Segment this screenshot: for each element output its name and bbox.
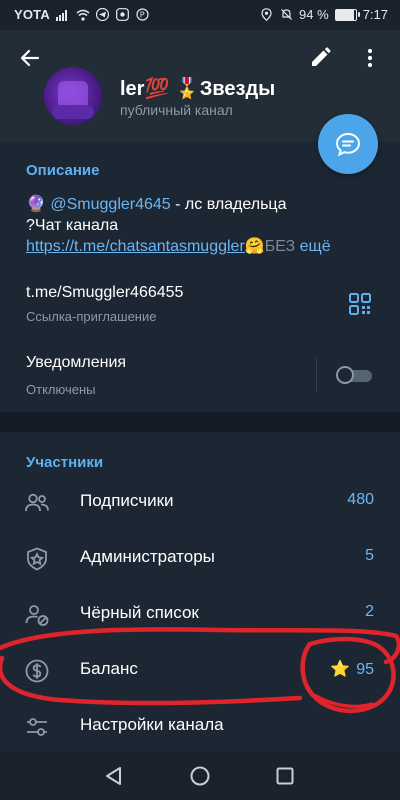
discussion-fab[interactable]: [318, 114, 378, 174]
edit-button[interactable]: [308, 46, 332, 70]
notifications-divider: [316, 358, 317, 392]
sync-icon: P: [136, 8, 150, 22]
triangle-back-icon: [106, 767, 121, 785]
invite-link[interactable]: t.me/Smuggler466455: [26, 284, 183, 302]
hug-emoji: 🤗: [244, 238, 265, 255]
square-recents-icon: [276, 767, 294, 785]
members-row-subscribers[interactable]: Подписчики 480: [0, 474, 400, 530]
notifications-status: Отключены: [26, 382, 96, 397]
channel-title: ler💯 🎖️Звезды: [120, 78, 276, 100]
invite-link-label: Ссылка-приглашение: [26, 309, 157, 324]
telegram-notification-icon: [96, 8, 110, 22]
circle-home-icon: [190, 766, 210, 786]
owner-mention-link[interactable]: @Smuggler4645: [50, 196, 170, 213]
description-line-2: ?Чат канала: [26, 217, 119, 234]
clock-time: 7:17: [362, 7, 388, 22]
channel-avatar[interactable]: [44, 67, 102, 125]
chat-link[interactable]: https://t.me/chatsantasmuggler: [26, 238, 245, 255]
blacklist-label: Чёрный список: [80, 603, 199, 622]
description-line-3: https://t.me/chatsantasmuggler🤗БЕЗ ещё: [26, 236, 381, 257]
more-vertical-icon: [367, 48, 373, 68]
wifi-icon: [76, 8, 90, 22]
nav-recents-button[interactable]: [273, 764, 297, 788]
notifications-toggle[interactable]: [336, 366, 372, 384]
channel-subtitle: публичный канал: [120, 102, 233, 118]
app-notification-icon: [116, 8, 130, 22]
description-truncated-text: БЕЗ: [264, 238, 296, 255]
nav-home-button[interactable]: [188, 764, 212, 788]
blocked-user-icon: [25, 605, 49, 626]
dollar-coin-icon: [25, 659, 49, 683]
balance-value-wrap: ⭐ 95: [330, 659, 374, 679]
people-icon: [25, 493, 49, 512]
status-left: YOTA P: [14, 7, 150, 22]
members-row-blacklist[interactable]: Чёрный список 2: [0, 586, 400, 642]
description-heading: Описание: [26, 162, 100, 179]
admins-label: Администраторы: [80, 547, 215, 566]
channel-description: 🔮 @Smuggler4645 - лс владельца ?Чат кана…: [26, 194, 381, 257]
info-section: Описание 🔮 @Smuggler4645 - лс владельца …: [0, 142, 400, 412]
signal-icon: [55, 8, 70, 22]
status-bar: YOTA P 94 % 7:17: [0, 0, 400, 30]
carrier-name: YOTA: [14, 7, 50, 22]
avatar-base: [52, 105, 94, 119]
members-heading: Участники: [26, 454, 104, 471]
nav-back-button[interactable]: [102, 764, 126, 788]
balance-value: 95: [356, 661, 374, 678]
notifications-title: Уведомления: [26, 354, 127, 371]
crystal-ball-emoji: 🔮: [26, 196, 46, 213]
system-nav-bar: [0, 752, 400, 800]
blacklist-count: 2: [365, 603, 374, 620]
balance-label: Баланс: [80, 659, 138, 678]
members-row-channel-settings[interactable]: Настройки канала: [0, 698, 400, 754]
channel-settings-label: Настройки канала: [80, 715, 224, 734]
battery-percent: 94 %: [299, 7, 329, 22]
chat-bubble-icon: [335, 132, 361, 157]
settings-sliders-icon: [27, 718, 47, 736]
subscribers-count: 480: [347, 491, 374, 508]
star-icon: ⭐: [330, 661, 351, 678]
members-row-balance[interactable]: Баланс ⭐ 95: [0, 642, 400, 698]
subscribers-label: Подписчики: [80, 491, 174, 510]
members-section: Участники Подписчики 480 Администраторы …: [0, 432, 400, 752]
members-row-admins[interactable]: Администраторы 5: [0, 530, 400, 586]
section-divider: [0, 412, 400, 432]
admin-shield-icon: [27, 547, 47, 571]
arrow-left-icon: [20, 49, 40, 67]
qr-code-icon: [349, 293, 371, 315]
toggle-knob: [336, 366, 354, 384]
battery-icon: [334, 8, 360, 21]
admins-count: 5: [365, 547, 374, 564]
back-button[interactable]: [18, 46, 42, 70]
mute-bell-icon: [279, 8, 293, 22]
pencil-icon: [312, 47, 331, 66]
owner-mention-text: - лс владельца: [170, 196, 287, 213]
location-icon: [259, 8, 273, 22]
description-line-1: 🔮 @Smuggler4645 - лс владельца: [26, 194, 381, 215]
qr-code-button[interactable]: [348, 292, 372, 316]
more-options-button[interactable]: [358, 46, 382, 70]
svg-text:P: P: [140, 10, 145, 19]
read-more-link[interactable]: ещё: [300, 238, 331, 255]
status-right: 94 % 7:17: [259, 7, 388, 22]
